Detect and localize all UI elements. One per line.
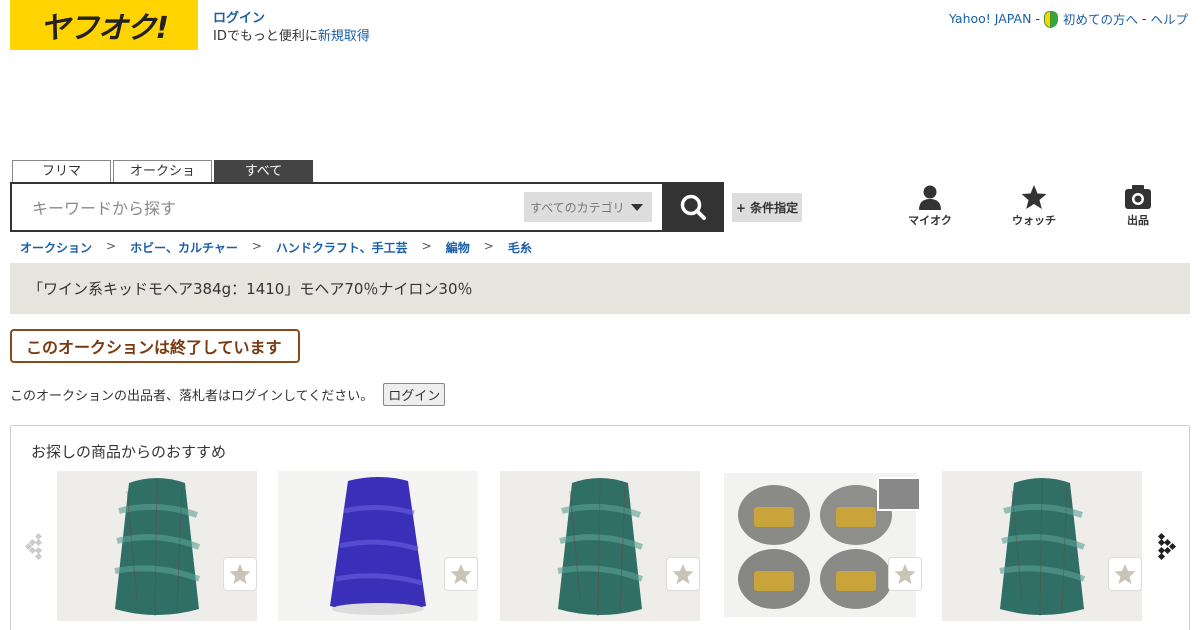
help-link[interactable]: ヘルプ <box>1150 9 1188 28</box>
category-select[interactable]: すべてのカテゴリ <box>524 192 652 222</box>
search-button[interactable] <box>662 182 724 232</box>
nav-watch-label: ウォッチ <box>1012 214 1056 227</box>
beginner-link[interactable]: 初めての方へ <box>1063 9 1138 28</box>
star-icon <box>1114 563 1136 585</box>
login-sub-text: IDでもっと便利に <box>213 29 318 44</box>
watch-button[interactable] <box>888 557 922 591</box>
nav-sell[interactable]: 出品 <box>1108 184 1168 228</box>
breadcrumb-separator: > <box>251 239 262 253</box>
star-icon <box>1021 185 1047 209</box>
breadcrumb-item-knitting[interactable]: 編物 <box>446 239 470 256</box>
watch-button[interactable] <box>1108 557 1142 591</box>
top-link-separator: - <box>1141 11 1147 26</box>
breadcrumb: オークション > ホビー、カルチャー > ハンドクラフト、手工芸 > 編物 > … <box>20 239 532 256</box>
signup-link[interactable]: 新規取得 <box>318 29 370 44</box>
breadcrumb-item-yarn[interactable]: 毛糸 <box>508 239 532 256</box>
star-icon <box>894 563 916 585</box>
item-sub-thumbnail <box>877 477 921 511</box>
user-icon <box>919 185 941 210</box>
chevron-left-icon[interactable] <box>25 531 47 561</box>
login-message: このオークションの出品者、落札者はログインしてください。 ログイン <box>10 383 446 406</box>
nav-watch[interactable]: ウォッチ <box>1004 184 1064 228</box>
recommended-item[interactable] <box>942 471 1142 621</box>
yahuoku-logo[interactable]: ヤフオク! <box>10 0 198 50</box>
watch-button[interactable] <box>223 557 257 591</box>
condition-button[interactable]: + 条件指定 <box>732 193 802 222</box>
tab-flea-market[interactable]: フリマ <box>12 160 111 182</box>
page-title: 「ワイン系キッドモヘア384g：1410」モヘア70％ナイロン30％ <box>10 263 1190 314</box>
chevron-right-icon[interactable] <box>1155 531 1177 561</box>
top-links: Yahoo! JAPAN - 初めての方へ - ヘルプ <box>949 9 1188 28</box>
item-thumbnail <box>278 471 478 621</box>
item-thumbnail <box>57 471 257 621</box>
recommended-item[interactable] <box>500 471 700 621</box>
nav-my-auction-label: マイオク <box>908 214 952 227</box>
search-placeholder: キーワードから探す <box>32 199 177 218</box>
top-link-separator: - <box>1035 11 1040 26</box>
recommendations-panel: お探しの商品からのおすすめ <box>10 425 1190 630</box>
recommended-item[interactable] <box>57 471 257 621</box>
breadcrumb-item-auction[interactable]: オークション <box>20 239 92 256</box>
beginner-mark-icon <box>1043 11 1058 28</box>
search-tabs: フリマ オークション すべて <box>12 160 313 200</box>
chevron-down-icon <box>630 203 643 211</box>
watch-button[interactable] <box>444 557 478 591</box>
login-button[interactable]: ログイン <box>383 383 446 406</box>
auction-ended-badge: このオークションは終了しています <box>10 329 300 363</box>
breadcrumb-separator: > <box>483 239 494 253</box>
breadcrumb-item-handcraft[interactable]: ハンドクラフト、手工芸 <box>276 239 408 256</box>
nav-sell-label: 出品 <box>1127 214 1149 227</box>
breadcrumb-separator: > <box>106 239 117 253</box>
search-icon <box>680 194 706 220</box>
yahoo-japan-link[interactable]: Yahoo! JAPAN <box>949 11 1031 26</box>
breadcrumb-separator: > <box>421 239 432 253</box>
tab-all[interactable]: すべて <box>214 160 313 182</box>
login-link[interactable]: ログイン <box>213 10 370 28</box>
recommendations-title: お探しの商品からのおすすめ <box>31 443 227 461</box>
item-thumbnail <box>942 471 1142 621</box>
nav-my-auction[interactable]: マイオク <box>900 184 960 228</box>
login-box: ログイン IDでもっと便利に新規取得 <box>213 10 370 46</box>
item-title: 「ワイン系キッドモヘア384g：1410」モヘア70％ナイロン30％ <box>28 280 473 298</box>
logo-text: ヤフオク! <box>39 11 169 46</box>
login-message-text: このオークションの出品者、落札者はログインしてください。 <box>10 389 374 404</box>
auction-ended-text: このオークションは終了しています <box>26 338 282 357</box>
recommended-item[interactable] <box>722 471 922 621</box>
watch-button[interactable] <box>666 557 700 591</box>
star-icon <box>672 563 694 585</box>
star-icon <box>450 563 472 585</box>
tab-auction[interactable]: オークション <box>113 160 212 200</box>
search-input[interactable]: キーワードから探す すべてのカテゴリ <box>10 182 664 232</box>
category-select-value: すべてのカテゴリ <box>530 200 625 215</box>
item-thumbnail <box>500 471 700 621</box>
recommended-item[interactable] <box>278 471 478 621</box>
camera-icon <box>1125 185 1151 209</box>
star-icon <box>229 563 251 585</box>
breadcrumb-item-hobby[interactable]: ホビー、カルチャー <box>130 239 238 256</box>
